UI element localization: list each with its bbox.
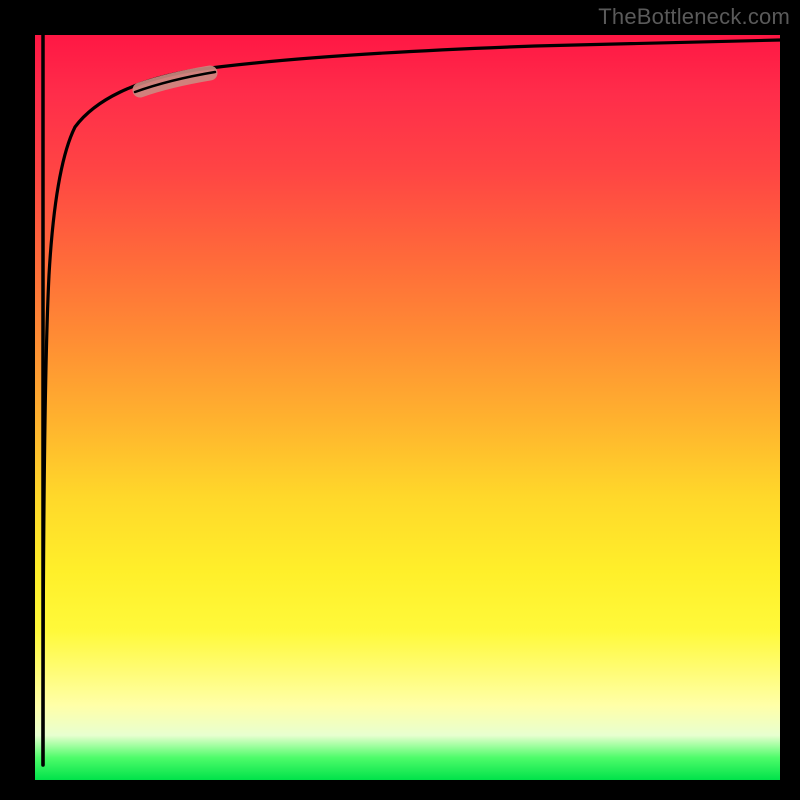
chart-frame: TheBottleneck.com <box>0 0 800 800</box>
bottleneck-curve-svg <box>35 35 780 780</box>
attribution-text: TheBottleneck.com <box>598 4 790 30</box>
plot-area <box>35 35 780 780</box>
bottleneck-curve-path <box>43 40 780 765</box>
